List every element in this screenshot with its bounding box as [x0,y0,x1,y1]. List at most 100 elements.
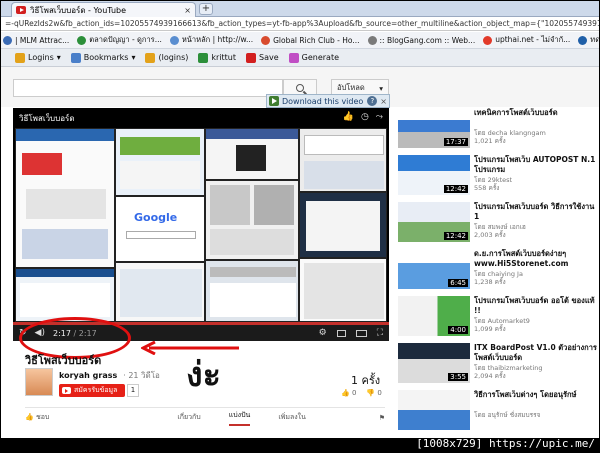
related-item[interactable]: 12:42 โปรแกรมโพสเว็บ AUTOPOST N.1 โปรแกร… [398,155,599,199]
bookmark-favicon-icon [578,35,588,45]
search-input[interactable] [13,79,283,97]
generate-button[interactable]: Generate [288,52,339,63]
video-tile [205,180,299,260]
player-title: วิธีโพสเว็บบอร์ด [19,114,75,123]
related-item[interactable]: 17:37 เทคนิคการโพสต์เว็บบอร์ด โดย decha … [398,108,599,152]
channel-avatar[interactable] [25,368,53,396]
bookmark-item[interactable]: ตลาดปัญญา - ดูการ... [77,34,162,46]
star-icon [70,52,81,63]
related-views: 558 ครั้ง [474,184,500,192]
related-title: วิธีการโพสเว็บต่างๆ โดยอนุรักษ์ [474,390,577,399]
player-top-icons: 👍 ◷ ⤳ [343,112,383,122]
settings-gear-icon[interactable]: ⚙ [319,328,327,338]
duration-badge: 17:37 [443,138,468,146]
bookmark-favicon-icon [261,35,271,45]
video-tile [115,262,205,322]
related-item[interactable]: 12:42 โปรแกรมโพสเว็บบอร์ด วิธีการใช้งาน … [398,202,599,246]
tab-youtube[interactable]: วิธีโพสเว็บบอร์ด - YouTube × [11,2,196,17]
bookmark-favicon-icon [77,35,87,45]
toolbar-bookmarks: Logins ▾ Bookmarks ▾ (logins) krittut Save… [1,49,599,67]
annotation-text: ง่ะ [186,355,221,395]
bookmark-item[interactable]: upthai.net - ไม่จำกั... [483,34,570,46]
theater-mode-icon[interactable] [355,329,367,337]
video-player[interactable]: วิธีโพสเว็บบอร์ด 👍 ◷ ⤳ Google ↻ ◀) 2:17 … [13,108,389,341]
related-item[interactable]: 6:45 ด.ย.การโพสต์เว็บบอร์ดง่ายๆ www.Hi5S… [398,249,599,293]
key-icon [15,52,25,63]
duration-badge: 3:55 [448,373,468,381]
related-item[interactable]: วิธีการโพสเว็บต่างๆ โดยอนุรักษ์ โดย อนุร… [398,390,599,434]
like-count[interactable]: 👍 0 [341,389,356,397]
save-icon [246,52,257,63]
share-icon[interactable]: ⤳ [376,112,383,122]
generate-icon [288,52,299,63]
watch-later-icon[interactable]: ◷ [361,112,369,122]
related-thumbnail: 12:42 [398,155,470,195]
bookmarks-bar: | MLM Attrac... ตลาดปัญญา - ดูการ... หน้… [1,32,599,49]
bookmark-favicon-icon [169,35,179,45]
video-tile [15,268,115,322]
bookmark-item[interactable]: | MLM Attrac... [3,35,69,45]
related-item[interactable]: 4:00 โปรแกรมโพสเว็บบอร์ด ออโต้ ของแท้ !!… [398,296,599,340]
download-label: Download this video [282,96,364,106]
like-icon[interactable]: 👍 [343,112,354,122]
related-views: 1,238 ครั้ง [474,278,506,286]
related-thumbnail: 12:42 [398,202,470,242]
bookmark-favicon-icon [483,35,493,45]
save-button[interactable]: Save [246,52,279,63]
new-tab-button[interactable]: + [199,3,213,15]
related-views: 2,094 ครั้ง [474,372,506,380]
tab-share[interactable]: แบ่งปัน [228,410,251,426]
fullscreen-icon[interactable]: ⛶ [377,328,383,338]
player-controls-right: ⚙ ⛶ [319,328,383,338]
bookmark-favicon-icon [367,35,377,45]
search-icon [296,84,304,92]
tab-add-to[interactable]: เพิ่มลงใน [278,412,306,423]
related-videos: 17:37 เทคนิคการโพสต์เว็บบอร์ด โดย decha … [398,108,599,438]
download-this-video-bar[interactable]: Download this video ? × [266,94,390,108]
related-title: เทคนิคการโพสต์เว็บบอร์ด [474,108,558,117]
like-button[interactable]: 👍 ชอบ [25,412,49,423]
bookmark-favicon-icon [3,35,12,45]
bookmark-item[interactable]: Global Rich Club - Ho... [261,35,360,45]
krittut-link[interactable]: krittut [198,52,236,63]
download-icon [269,96,279,106]
uploader-meta: · 21 วิดีโอ [123,371,160,380]
video-tile [299,192,387,258]
related-views: 1,021 ครั้ง [474,137,506,145]
bookmark-item[interactable]: :: BlogGang.com :: Web... [367,35,475,45]
related-thumbnail: 6:45 [398,249,470,289]
address-bar[interactable]: =-qURezIds2w&fb_action_ids=1020557493916… [1,17,599,31]
miniplayer-icon[interactable] [336,329,346,337]
duration-badge: 6:45 [448,279,468,287]
duration-badge: 12:42 [443,185,468,193]
video-tile [205,128,299,180]
uploader-name[interactable]: koryah grass [59,371,117,380]
subscriber-count: 1 [127,384,139,397]
bookmark-item[interactable]: หน้าหลัก | http://w... [169,34,253,46]
duration-badge: 12:42 [443,232,468,240]
tab-close-icon[interactable]: × [184,6,191,15]
tab-strip: วิธีโพสเว็บบอร์ด - YouTube × + [1,1,599,17]
more-icon[interactable]: ⚑ [379,414,385,422]
related-item[interactable]: 3:55 ITX BoardPost V1.0 ตัวอย่างการโพสต์… [398,343,599,387]
video-frame: Google [15,126,387,322]
related-title: ด.ย.การโพสต์เว็บบอร์ดง่ายๆ www.Hi5Storen… [474,249,569,268]
dislike-count[interactable]: 👎 0 [366,389,381,397]
bookmark-icon [198,52,209,63]
help-icon[interactable]: ? [367,96,378,106]
video-tile [205,260,299,322]
tab-about[interactable]: เกี่ยวกับ [177,412,200,423]
bookmark-item[interactable]: ทดสอบ CODE HTML [578,34,599,46]
related-title: โปรแกรมโพสเว็บบอร์ด ออโต้ ของแท้ !! [474,296,595,315]
video-tile: Google [115,196,205,262]
related-title: โปรแกรมโพสเว็บบอร์ด วิธีการใช้งาน 1 [474,202,595,221]
close-icon[interactable]: × [380,97,387,106]
subscribe-button[interactable]: สมัครรับข้อมูล [59,384,125,397]
related-title: ITX BoardPost V1.0 ตัวอย่างการโพสต์เว็บบ… [474,343,597,362]
related-channel: โดย อนุรักษ์ ชั่งสมบรรจ [474,411,541,419]
logins-link[interactable]: (logins) [145,52,188,63]
bookmarks-menu[interactable]: Bookmarks ▾ [70,52,135,63]
video-title: วิธีโพสเว็บบอร์ด [25,354,102,367]
video-tile [299,258,387,322]
logins-menu[interactable]: Logins ▾ [15,52,61,63]
